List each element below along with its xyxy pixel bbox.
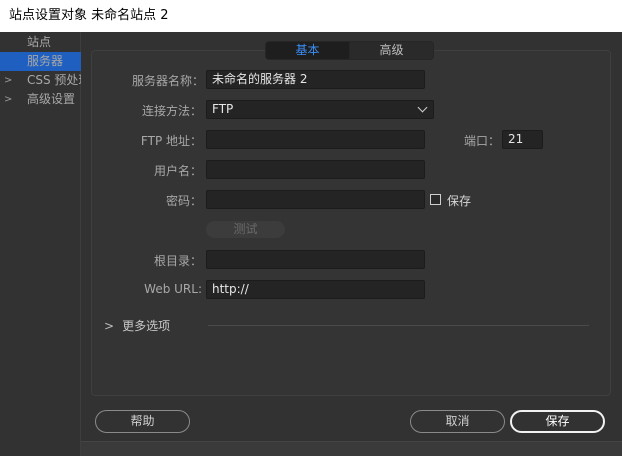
connect-method-value: FTP: [212, 102, 234, 116]
ftp-address-field[interactable]: [206, 130, 425, 149]
root-dir-label: 根目录：: [153, 254, 202, 268]
window-title: 站点设置对象 未命名站点 2: [0, 0, 622, 32]
connect-method-label: 连接方法：: [141, 104, 202, 118]
nav-item-servers[interactable]: 服务器: [0, 52, 81, 71]
password-field[interactable]: [206, 190, 425, 209]
chevron-right-icon[interactable]: >: [4, 90, 12, 109]
save-password-checkbox[interactable]: [430, 194, 441, 205]
nav-item-site[interactable]: 站点: [0, 33, 81, 52]
cancel-button[interactable]: 取消: [410, 410, 505, 433]
chevron-right-icon: >: [104, 319, 115, 333]
tab-bar: 基本 高级: [265, 41, 434, 60]
divider: [208, 325, 589, 326]
chevron-down-icon: [417, 102, 428, 113]
test-button[interactable]: 测试: [206, 221, 285, 238]
help-button[interactable]: 帮助: [95, 410, 190, 433]
chevron-right-icon[interactable]: >: [4, 71, 12, 90]
port-field[interactable]: 21: [502, 130, 543, 149]
bottom-strip: [81, 441, 622, 456]
save-password-label: 保存: [447, 194, 472, 208]
nav-item-label: CSS 预处理器: [27, 73, 81, 87]
nav-item-css-preprocessors[interactable]: > CSS 预处理器: [0, 71, 81, 90]
tab-advanced[interactable]: 高级: [350, 42, 433, 59]
nav-item-label: 服务器: [27, 54, 64, 68]
tab-basic[interactable]: 基本: [266, 42, 350, 59]
connect-method-select[interactable]: FTP: [206, 100, 434, 119]
password-label: 密码：: [165, 194, 202, 208]
server-name-field[interactable]: 未命名的服务器 2: [206, 70, 425, 89]
server-name-label: 服务器名称：: [132, 74, 205, 88]
ftp-address-label: FTP 地址：: [140, 134, 202, 148]
category-nav: 站点 服务器 > CSS 预处理器 > 高级设置: [0, 32, 81, 456]
more-options-label: 更多选项: [122, 319, 171, 333]
web-url-label: Web URL:: [144, 282, 202, 296]
web-url-field[interactable]: http://: [206, 280, 425, 299]
nav-item-advanced-settings[interactable]: > 高级设置: [0, 90, 81, 109]
more-options-toggle[interactable]: > 更多选项: [104, 317, 170, 334]
nav-item-label: 高级设置: [27, 92, 76, 106]
username-field[interactable]: [206, 160, 425, 179]
username-label: 用户名：: [153, 164, 202, 178]
port-label: 端口：: [463, 134, 500, 148]
root-dir-field[interactable]: [206, 250, 425, 269]
nav-item-label: 站点: [27, 35, 52, 49]
save-button[interactable]: 保存: [510, 410, 605, 433]
